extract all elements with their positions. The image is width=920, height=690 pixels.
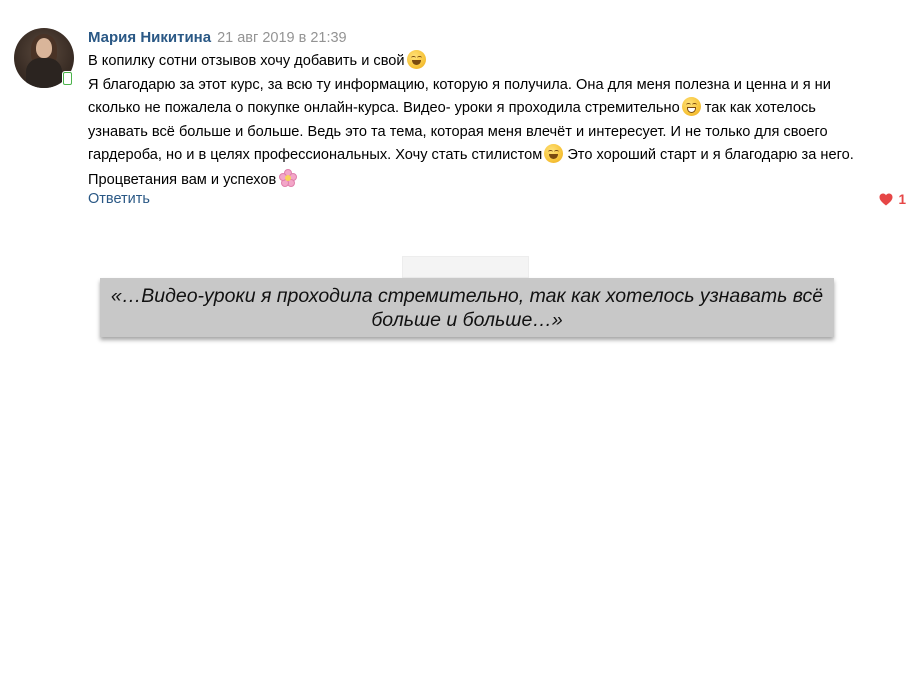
like-count: 1 bbox=[898, 192, 906, 207]
heart-icon bbox=[879, 193, 893, 206]
comment: Мария Никитина 21 авг 2019 в 21:39 В коп… bbox=[14, 24, 906, 214]
quote-text: «…Видео-уроки я проходила стремительно, … bbox=[110, 284, 824, 331]
reply-button[interactable]: Ответить bbox=[88, 191, 150, 207]
smile-emoji-icon bbox=[406, 50, 426, 69]
quote-banner: «…Видео-уроки я проходила стремительно, … bbox=[100, 278, 834, 337]
grin-emoji-icon bbox=[681, 97, 701, 116]
comment-header: Мария Никитина 21 авг 2019 в 21:39 bbox=[88, 24, 906, 48]
comment-actions: Ответить 1 bbox=[88, 190, 906, 210]
comment-line: гардероба, но и в целях профессиональных… bbox=[88, 144, 906, 168]
comment-line: В копилку сотни отзывов хочу добавить и … bbox=[88, 50, 906, 74]
comment-line: узнавать всё больше и больше. Ведь это т… bbox=[88, 123, 828, 140]
comment-content: Мария Никитина 21 авг 2019 в 21:39 В коп… bbox=[88, 24, 906, 192]
banner-tab bbox=[402, 256, 529, 278]
comment-text: В копилку сотни отзывов хочу добавить и … bbox=[88, 50, 906, 192]
comment-line: сколько не пожалела о покупке онлайн-кур… bbox=[88, 97, 906, 121]
avatar-face bbox=[36, 38, 52, 58]
comment-date[interactable]: 21 авг 2019 в 21:39 bbox=[217, 30, 347, 46]
page: Мария Никитина 21 авг 2019 в 21:39 В коп… bbox=[0, 0, 920, 690]
smile-emoji-icon bbox=[544, 144, 564, 163]
mobile-online-icon bbox=[62, 71, 73, 86]
comment-line: Процветания вам и успехов bbox=[88, 168, 906, 193]
avatar-body bbox=[26, 58, 62, 88]
author-name-link[interactable]: Мария Никитина bbox=[88, 29, 211, 46]
like-button[interactable]: 1 bbox=[879, 192, 906, 207]
flower-emoji-icon bbox=[278, 168, 298, 188]
comment-line: Я благодарю за этот курс, за всю ту инфо… bbox=[88, 76, 831, 93]
